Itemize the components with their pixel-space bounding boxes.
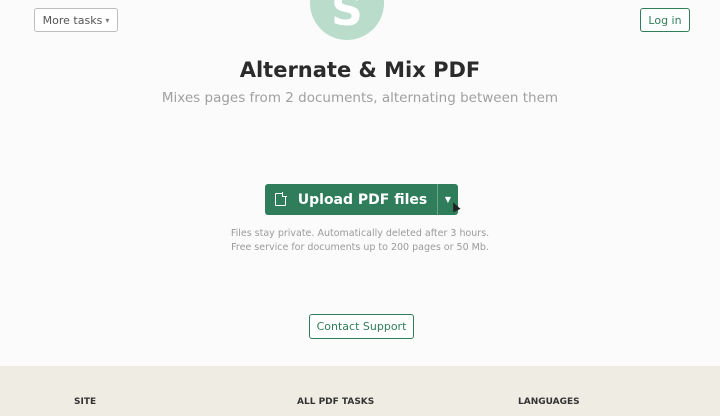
site-logo[interactable]: S: [310, 0, 384, 40]
login-button[interactable]: Log in: [640, 8, 690, 32]
logo-letter: S: [331, 0, 363, 36]
contact-support-label: Contact Support: [316, 320, 407, 333]
upload-label: Upload PDF files: [297, 191, 428, 208]
pdf-file-icon: [274, 192, 287, 206]
footer: SITE ALL PDF TASKS LANGUAGES: [0, 366, 720, 416]
privacy-note: Files stay private. Automatically delete…: [230, 228, 490, 239]
upload-button-group: Upload PDF files ▼: [265, 184, 458, 215]
more-tasks-label: More tasks: [42, 13, 103, 27]
chevron-down-icon: ▾: [105, 15, 110, 25]
contact-support-button[interactable]: Contact Support: [309, 314, 414, 339]
footer-col-all-pdf-tasks[interactable]: ALL PDF TASKS: [297, 397, 374, 407]
page-subtitle: Mixes pages from 2 documents, alternatin…: [161, 90, 559, 106]
login-label: Log in: [648, 13, 682, 27]
top-bar: More tasks ▾ S Log in: [0, 0, 720, 50]
footer-col-site[interactable]: SITE: [74, 397, 96, 407]
upload-pdf-button[interactable]: Upload PDF files: [265, 184, 437, 215]
page-title: Alternate & Mix PDF: [239, 58, 481, 82]
limits-note: Free service for documents up to 200 pag…: [231, 242, 489, 253]
footer-col-languages[interactable]: LANGUAGES: [518, 397, 580, 407]
more-tasks-button[interactable]: More tasks ▾: [34, 8, 118, 32]
